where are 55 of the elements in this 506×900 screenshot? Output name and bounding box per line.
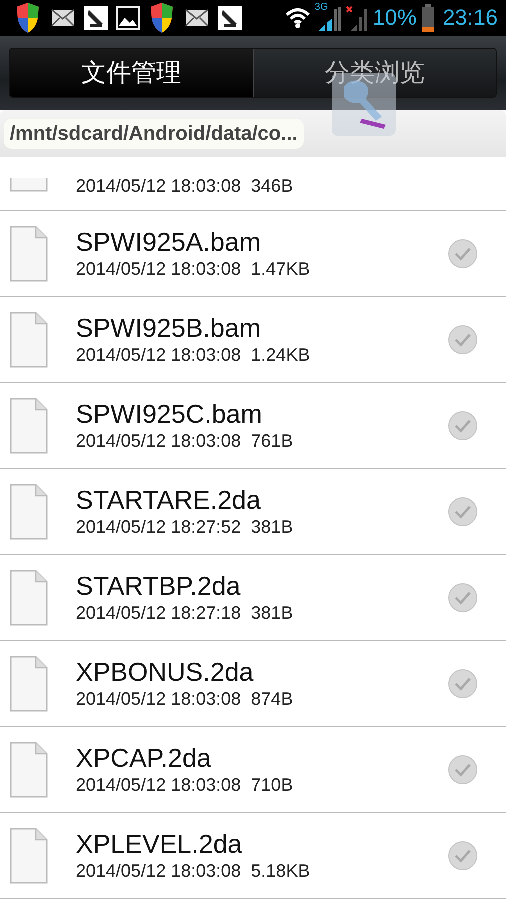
checkbox[interactable] xyxy=(448,668,478,698)
file-details: 2014/05/12 18:27:18 381B xyxy=(76,602,294,624)
wifi-icon xyxy=(284,7,311,29)
file-details: 2014/05/12 18:03:08 1.47KB xyxy=(76,258,312,280)
tab[interactable]: 文件管理 xyxy=(10,49,252,97)
battery-percentage: 10% xyxy=(372,7,417,29)
checkbox[interactable] xyxy=(448,410,478,440)
file-name: SPWI925B.bam xyxy=(76,312,262,342)
checkbox[interactable] xyxy=(448,582,478,612)
path-breadcrumb[interactable]: /mnt/sdcard/Android/data/co... xyxy=(4,119,304,149)
file-icon xyxy=(10,570,48,626)
checkbox[interactable] xyxy=(448,496,478,526)
satellite-dish-icon xyxy=(84,6,108,30)
file-name: SPWI925C.bam xyxy=(76,398,264,428)
file-icon xyxy=(10,484,48,540)
file-details: 2014/05/12 18:03:08 874B xyxy=(76,688,294,710)
file-row[interactable]: SPWI925A.bam 2014/05/12 18:03:08 1.47KB xyxy=(0,211,506,297)
file-icon xyxy=(10,828,48,884)
file-details: 2014/05/12 18:27:52 381B xyxy=(76,516,294,538)
checkbox[interactable] xyxy=(448,238,478,268)
shield-icon xyxy=(14,1,42,35)
file-name: XPBONUS.2da xyxy=(76,656,255,686)
file-details: 2014/05/12 18:03:08 346B xyxy=(76,175,294,198)
file-icon xyxy=(10,742,48,798)
network-type-label: 3G xyxy=(314,3,328,13)
file-name: XPCAP.2da xyxy=(76,742,212,772)
picture-icon xyxy=(116,6,140,30)
file-details: 2014/05/12 18:03:08 710B xyxy=(76,774,294,796)
checkbox[interactable] xyxy=(448,840,478,870)
file-name: STARTARE.2da xyxy=(76,484,262,514)
file-row[interactable]: STARTBP.2da 2014/05/12 18:27:18 381B xyxy=(0,555,506,641)
clock-time: 23:16 xyxy=(442,7,498,29)
file-name: XPLEVEL.2da xyxy=(76,828,244,858)
file-details: 2014/05/12 18:03:08 5.18KB xyxy=(76,860,312,882)
file-row[interactable]: XPBONUS.2da 2014/05/12 18:03:08 874B xyxy=(0,641,506,727)
battery-icon xyxy=(420,4,435,32)
file-icon xyxy=(10,398,48,454)
checkbox[interactable] xyxy=(448,324,478,354)
file-row[interactable]: SPWI925B.bam 2014/05/12 18:03:08 1.24KB xyxy=(0,297,506,383)
shield-icon xyxy=(148,1,176,35)
file-row[interactable]: XPLEVEL.2da 2014/05/12 18:03:08 5.18KB xyxy=(0,813,506,899)
file-row[interactable]: STARTARE.2da 2014/05/12 18:27:52 381B xyxy=(0,469,506,555)
file-icon xyxy=(10,226,48,282)
satellite-dish-icon xyxy=(218,6,242,30)
file-icon xyxy=(10,178,48,192)
file-row[interactable]: XPCAP.2da 2014/05/12 18:03:08 710B xyxy=(0,727,506,813)
file-icon xyxy=(10,656,48,712)
file-details: 2014/05/12 18:03:08 761B xyxy=(76,430,294,452)
checkbox[interactable] xyxy=(448,754,478,784)
file-icon xyxy=(10,312,48,368)
file-row[interactable]: SPWI925C.bam 2014/05/12 18:03:08 761B xyxy=(0,383,506,469)
file-details: 2014/05/12 18:03:08 1.24KB xyxy=(76,344,312,366)
file-name: STARTBP.2da xyxy=(76,570,242,600)
no-signal-icon xyxy=(344,5,369,31)
file-name: SPWI925A.bam xyxy=(76,226,262,256)
